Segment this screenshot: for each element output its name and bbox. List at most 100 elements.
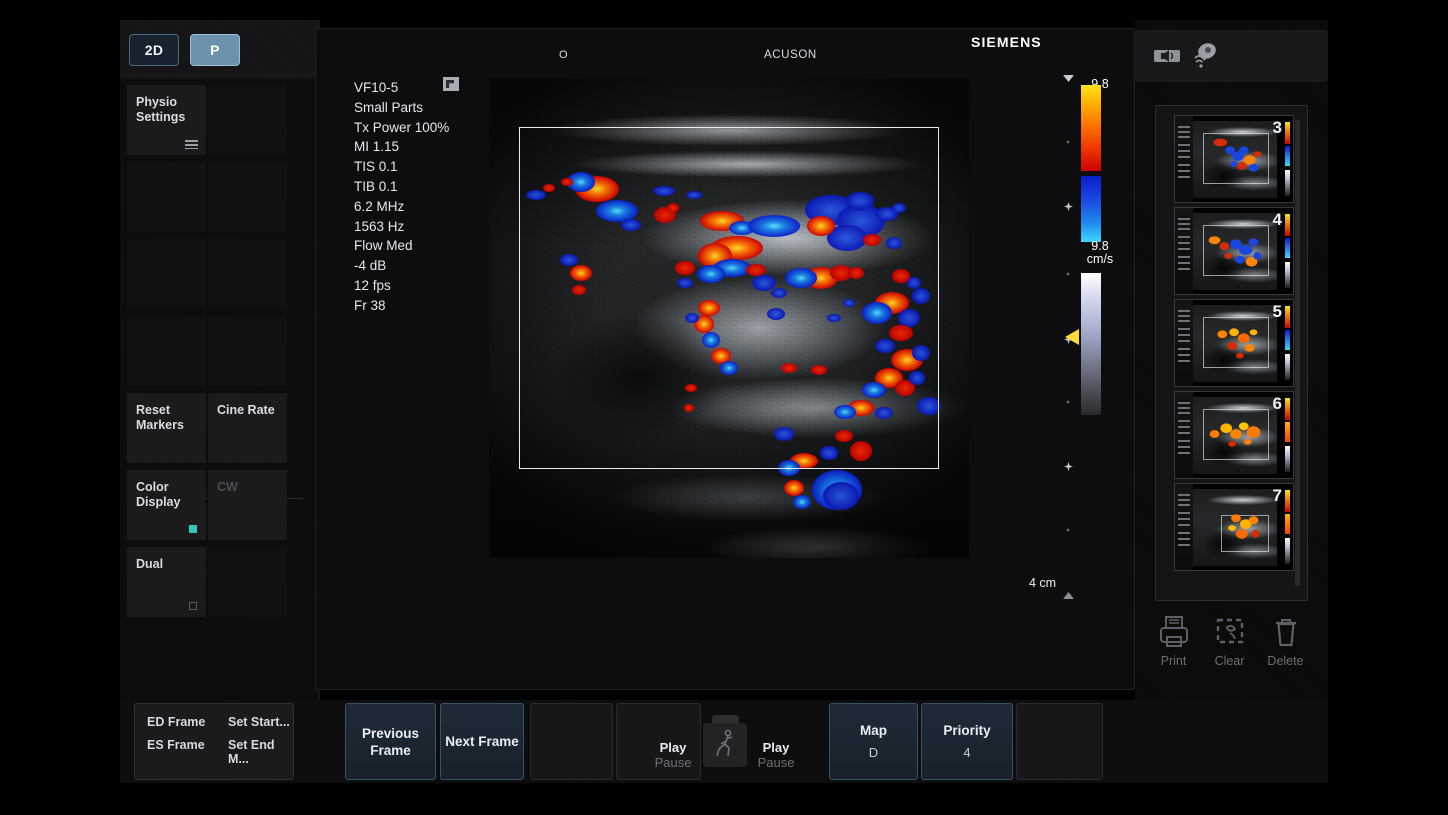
button-cw[interactable]: CW xyxy=(208,470,287,540)
thumb-image xyxy=(1193,397,1277,474)
marquee-icon xyxy=(1201,612,1258,652)
system-name: ACUSON xyxy=(764,49,817,61)
bottom-slot-1[interactable] xyxy=(530,703,613,780)
button-cw-label: CW xyxy=(217,480,238,494)
button-slot-empty-5[interactable] xyxy=(208,239,287,309)
thumbnail-rail[interactable]: 3 xyxy=(1155,105,1308,601)
thumb-sidebar xyxy=(1175,392,1193,478)
velocity-scale-bottom: 9.8 cm/s xyxy=(1078,240,1122,266)
set-end-label[interactable]: Set End M... xyxy=(228,738,293,766)
thumbnail-item[interactable]: 3 xyxy=(1174,115,1294,203)
button-cine-rate[interactable]: Cine Rate xyxy=(208,393,287,463)
probe-orientation-icon xyxy=(443,77,459,91)
thumbnail-item[interactable]: 5 xyxy=(1174,299,1294,387)
thumbnail-item[interactable]: 7 xyxy=(1174,483,1294,571)
transducer-signal-icon[interactable] xyxy=(1190,42,1218,70)
button-slot-empty-2[interactable] xyxy=(127,162,206,232)
cine-knob[interactable] xyxy=(703,723,747,767)
thumb-sidebar xyxy=(1175,208,1193,294)
tab-p[interactable]: P xyxy=(190,34,240,66)
thumb-sidebar xyxy=(1175,484,1193,570)
play-left-label: Play xyxy=(648,740,698,755)
previous-frame-button[interactable]: Previous Frame xyxy=(345,703,436,780)
pause-left-label: Pause xyxy=(648,755,698,770)
button-slot-empty-3[interactable] xyxy=(208,162,287,232)
thumb-image xyxy=(1193,305,1277,382)
control-button-grid: Physio Settings Reset Markers Cine Rate … xyxy=(120,80,320,720)
hamburger-menu-icon[interactable] xyxy=(185,140,198,149)
thumbnail-number: 3 xyxy=(1273,118,1282,138)
es-frame-label[interactable]: ES Frame xyxy=(147,738,205,752)
colorbar-negative xyxy=(1081,176,1101,242)
map-value: D xyxy=(869,744,878,761)
priority-label: Priority xyxy=(943,722,990,739)
thumbnail-item[interactable]: 4 xyxy=(1174,207,1294,295)
thumbnail-number: 6 xyxy=(1273,394,1282,414)
left-control-panel: 2D P Physio Settings Reset Markers Cine … xyxy=(120,20,320,783)
thumb-sidebar xyxy=(1175,300,1193,386)
thumb-image xyxy=(1193,121,1277,198)
colorbar-grayscale xyxy=(1081,273,1101,415)
image-parameter-overlay: VF10-5 Small Parts Tx Power 100% MI 1.15… xyxy=(354,78,474,316)
pause-right-label: Pause xyxy=(751,755,801,770)
previous-frame-label: Previous Frame xyxy=(346,725,435,759)
bottom-slot-4[interactable] xyxy=(1016,703,1103,780)
brand-logo: SIEMENS xyxy=(971,34,1042,50)
set-start-label[interactable]: Set Start... xyxy=(228,715,290,729)
button-slot-empty-6[interactable] xyxy=(127,316,206,386)
ultrasound-workstation: 2D P Physio Settings Reset Markers Cine … xyxy=(0,0,1448,815)
mode-tabstrip: 2D P xyxy=(120,20,320,80)
button-dual-label: Dual xyxy=(136,557,163,571)
cine-frame-group[interactable]: ED Frame Set Start... ES Frame Set End M… xyxy=(134,703,294,780)
right-panel: 3 xyxy=(1135,20,1328,783)
depth-label: 4 cm xyxy=(1029,576,1056,590)
cine-play-control[interactable]: Play Pause Play Pause xyxy=(648,712,798,774)
thumbnail-number: 5 xyxy=(1273,302,1282,322)
button-slot-empty-7[interactable] xyxy=(208,316,287,386)
button-color-display[interactable]: Color Display xyxy=(127,470,206,540)
trash-icon xyxy=(1257,612,1314,652)
button-slot-empty-4[interactable] xyxy=(127,239,206,309)
play-pause-left[interactable]: Play Pause xyxy=(648,740,698,770)
clear-label: Clear xyxy=(1215,654,1245,668)
delete-label: Delete xyxy=(1267,654,1303,668)
print-button[interactable]: Print xyxy=(1145,612,1202,668)
map-button[interactable]: Map D xyxy=(829,703,918,780)
right-panel-header xyxy=(1135,30,1328,82)
print-label: Print xyxy=(1161,654,1187,668)
thumbnail-number: 4 xyxy=(1273,210,1282,230)
right-panel-actions: Print Clear xyxy=(1135,612,1328,690)
button-slot-empty-1[interactable] xyxy=(208,85,287,155)
button-reset-markers[interactable]: Reset Markers xyxy=(127,393,206,463)
delete-button[interactable]: Delete xyxy=(1257,612,1314,668)
map-label: Map xyxy=(860,722,887,739)
ed-frame-label[interactable]: ED Frame xyxy=(147,715,205,729)
next-frame-button[interactable]: Next Frame xyxy=(440,703,524,780)
checkbox-off-icon[interactable] xyxy=(189,602,197,610)
velocity-scale-bottom-value: 9.8 xyxy=(1091,239,1108,253)
button-dual[interactable]: Dual xyxy=(127,547,206,617)
thumb-image xyxy=(1193,489,1277,566)
thumb-image xyxy=(1193,213,1277,290)
tab-2d[interactable]: 2D xyxy=(129,34,179,66)
clear-button[interactable]: Clear xyxy=(1201,612,1258,668)
priority-value: 4 xyxy=(963,744,970,761)
speaker-icon[interactable] xyxy=(1153,48,1181,64)
thumb-sidebar xyxy=(1175,116,1193,202)
orientation-marker: O xyxy=(559,49,568,61)
colorbar-positive xyxy=(1081,85,1101,171)
button-slot-empty-8[interactable] xyxy=(208,547,287,617)
printer-icon xyxy=(1145,612,1202,652)
play-right-label: Play xyxy=(751,740,801,755)
thumbnail-item[interactable]: 6 xyxy=(1174,391,1294,479)
next-frame-label: Next Frame xyxy=(445,733,519,750)
led-on-icon xyxy=(189,525,197,533)
color-roi-box[interactable] xyxy=(519,127,939,469)
thumbnail-number: 7 xyxy=(1273,486,1282,506)
play-pause-right[interactable]: Play Pause xyxy=(751,740,801,770)
running-figure-icon xyxy=(713,729,737,761)
priority-button[interactable]: Priority 4 xyxy=(921,703,1013,780)
button-physio-settings[interactable]: Physio Settings xyxy=(127,85,206,155)
thumbnail-scrollbar[interactable] xyxy=(1295,120,1300,586)
button-cine-rate-label: Cine Rate xyxy=(217,403,275,417)
